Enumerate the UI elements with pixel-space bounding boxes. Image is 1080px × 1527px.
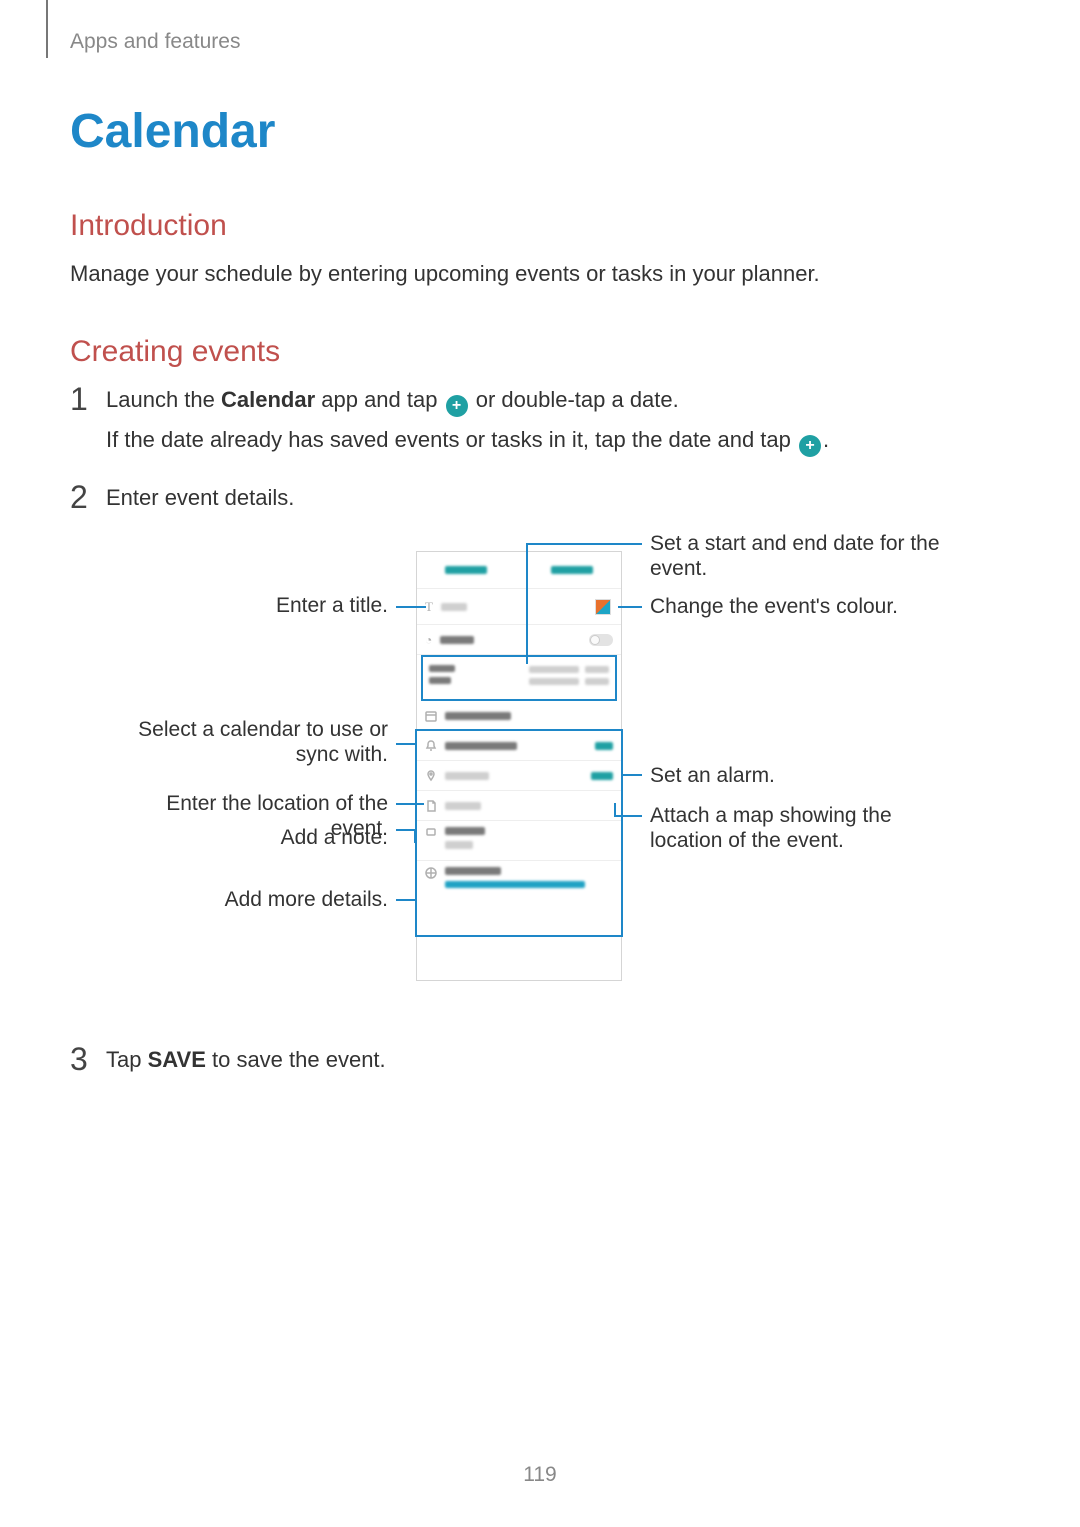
calendar-label-blur	[445, 712, 511, 720]
callout-title: Enter a title.	[126, 593, 388, 618]
cancel-label-blur	[445, 566, 487, 574]
clock-icon: ◔	[425, 633, 432, 647]
leader-details	[396, 899, 416, 901]
section-heading-creating-events: Creating events	[70, 335, 1010, 369]
step-1-line-1: Launch the Calendar app and tap + or dou…	[106, 387, 1010, 417]
callout-details: Add more details.	[126, 887, 388, 912]
row-repeat	[417, 821, 621, 861]
step-number: 3	[70, 1041, 88, 1078]
row-title: T	[417, 589, 621, 625]
step-1-line-2: If the date already has saved events or …	[106, 427, 1010, 457]
margin-rule	[46, 0, 48, 58]
callout-alarm: Set an alarm.	[650, 763, 960, 788]
step-2: 2 Enter event details. T ◔	[70, 485, 1010, 1011]
leader-location	[396, 803, 424, 805]
row-location	[417, 761, 621, 791]
step-3: 3 Tap SAVE to save the event.	[70, 1047, 1010, 1073]
callout-note: Add a note.	[126, 825, 388, 850]
allday-toggle	[589, 634, 613, 646]
leader-map-h	[614, 815, 642, 817]
page-number: 119	[0, 1463, 1080, 1487]
note-icon	[425, 800, 437, 812]
calendar-icon	[425, 710, 437, 722]
row-allday: ◔	[417, 625, 621, 655]
map-link-blur	[591, 772, 613, 780]
callout-colour: Change the event's colour.	[650, 594, 960, 619]
step-1: 1 Launch the Calendar app and tap + or d…	[70, 387, 1010, 457]
title-letter-icon: T	[425, 599, 433, 615]
bell-icon	[425, 740, 437, 752]
colour-swatch	[595, 599, 611, 615]
phone-header	[417, 552, 621, 589]
row-calendar	[417, 701, 621, 731]
leader-dates-h	[526, 543, 642, 545]
app-name-calendar: Calendar	[221, 387, 315, 412]
pin-icon	[425, 770, 437, 782]
phone-mock: T ◔	[416, 551, 622, 981]
row-timezone	[417, 861, 621, 905]
row-reminder	[417, 731, 621, 761]
end-label-blur	[429, 677, 451, 684]
row-dates	[421, 655, 617, 701]
step-number: 2	[70, 479, 88, 516]
leader-alarm	[622, 774, 642, 776]
leader-colour	[618, 606, 642, 608]
step-2-text: Enter event details.	[106, 485, 1010, 511]
leader-note-h	[396, 829, 416, 831]
repeat-icon	[425, 827, 437, 839]
reminder-value-blur	[595, 742, 613, 750]
step-3-text: Tap SAVE to save the event.	[106, 1047, 1010, 1073]
step-number: 1	[70, 381, 88, 418]
reminder-label-blur	[445, 742, 517, 750]
event-editor-figure: T ◔	[126, 531, 966, 1011]
allday-label-blur	[440, 636, 474, 644]
timezone-value-blur	[445, 881, 585, 888]
timezone-label-blur	[445, 867, 501, 875]
row-note	[417, 791, 621, 821]
page-title: Calendar	[70, 104, 1010, 159]
leader-dates-v	[526, 543, 528, 664]
save-label-blur	[551, 566, 593, 574]
repeat-value-blur	[445, 841, 473, 849]
location-label-blur	[445, 772, 489, 780]
leader-note-v	[414, 829, 416, 843]
callout-map: Attach a map showing the location of the…	[650, 803, 960, 853]
section-heading-introduction: Introduction	[70, 209, 1010, 243]
callout-dates: Set a start and end date for the event.	[650, 531, 960, 581]
step-list: 1 Launch the Calendar app and tap + or d…	[70, 387, 1010, 1073]
save-keyword: SAVE	[148, 1047, 206, 1072]
title-placeholder-blur	[441, 603, 467, 611]
repeat-label-blur	[445, 827, 485, 835]
callout-calendar: Select a calendar to use or sync with.	[126, 717, 388, 767]
add-icon: +	[446, 395, 468, 417]
leader-title	[396, 606, 426, 608]
note-label-blur	[445, 802, 481, 810]
add-icon: +	[799, 435, 821, 457]
breadcrumb: Apps and features	[70, 30, 1010, 54]
globe-icon	[425, 867, 437, 879]
start-label-blur	[429, 665, 455, 672]
intro-text: Manage your schedule by entering upcomin…	[70, 261, 1010, 287]
manual-page: Apps and features Calendar Introduction …	[0, 0, 1080, 1527]
leader-calendar	[396, 743, 416, 745]
